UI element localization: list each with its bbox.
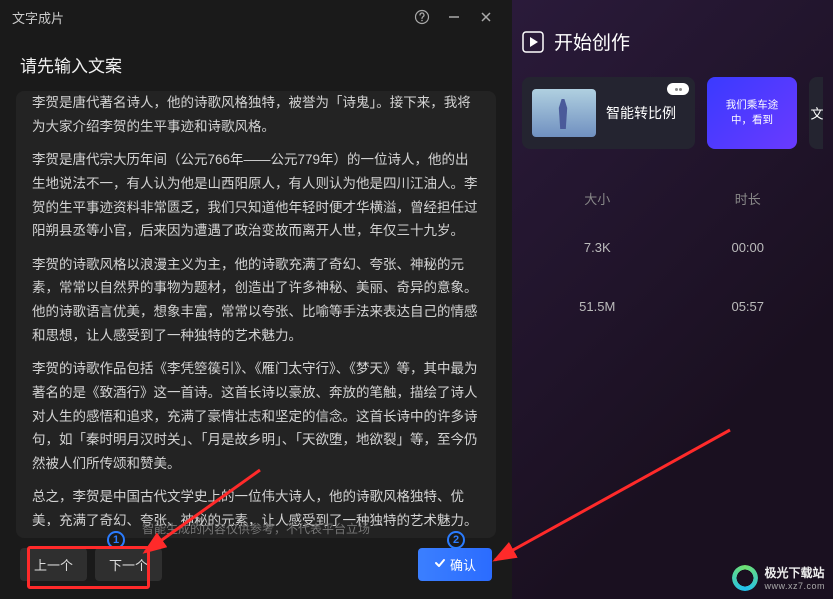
table-row[interactable]: 7.3K 00:00	[522, 218, 823, 277]
prev-button[interactable]: 上一个	[20, 548, 87, 581]
confirm-label: 确认	[450, 555, 476, 574]
card-thumbnail	[532, 89, 596, 137]
logo-url: www.xz7.com	[764, 581, 825, 591]
footer-bar: 1 2 智能生成的内容仅供参考，不代表平台立场 上一个 下一个 确认	[0, 538, 512, 599]
generated-text-content: 李贺是唐代著名诗人，他的诗歌风格独特，被誉为「诗鬼」。接下来，我将为大家介绍李贺…	[32, 91, 480, 526]
cell-time: 00:00	[673, 240, 824, 255]
cell-size: 51.5M	[522, 299, 673, 314]
right-header: 开始创作	[512, 0, 833, 77]
card-smart-ratio[interactable]: 智能转比例	[522, 77, 695, 149]
paragraph: 李贺的诗歌作品包括《李凭箜篌引》、《雁门太守行》、《梦天》等，其中最为著名的是《…	[32, 357, 480, 475]
table-row[interactable]: 51.5M 05:57	[522, 277, 823, 336]
disclaimer-text: 智能生成的内容仅供参考，不代表平台立场	[0, 520, 512, 537]
minimize-icon[interactable]	[440, 3, 468, 31]
paragraph: 李贺是唐代宗大历年间（公元766年——公元779年）的一位诗人，他的出生地说法不…	[32, 148, 480, 243]
right-header-title: 开始创作	[554, 28, 630, 55]
generated-text-area[interactable]: 李贺是唐代著名诗人，他的诗歌风格独特，被誉为「诗鬼」。接下来，我将为大家介绍李贺…	[16, 91, 496, 538]
card-subtitle: 我们乘车途中，看到	[717, 98, 787, 127]
th-duration: 时长	[673, 189, 824, 208]
title-bar: 文字成片	[0, 0, 512, 34]
play-box-icon	[522, 31, 544, 53]
creation-cards: 智能转比例 我们乘车途中，看到 文	[512, 77, 833, 149]
cell-size: 7.3K	[522, 240, 673, 255]
card-partial[interactable]: 文	[809, 77, 823, 149]
confirm-button[interactable]: 确认	[418, 548, 492, 581]
help-icon[interactable]	[408, 3, 436, 31]
next-button[interactable]: 下一个	[95, 548, 162, 581]
watermark-logo: 极光下载站 www.xz7.com	[732, 564, 825, 591]
cell-time: 05:57	[673, 299, 824, 314]
check-icon	[434, 557, 446, 572]
window-title: 文字成片	[12, 8, 64, 27]
card-text-video[interactable]: 我们乘车途中，看到	[707, 77, 797, 149]
logo-name: 极光下载站	[764, 564, 825, 581]
paragraph: 李贺是唐代著名诗人，他的诗歌风格独特，被誉为「诗鬼」。接下来，我将为大家介绍李贺…	[32, 91, 480, 138]
page-title: 请先输入文案	[0, 34, 512, 91]
file-table: 大小 时长 7.3K 00:00 51.5M 05:57	[512, 149, 833, 336]
badge-like-icon	[667, 83, 689, 95]
swirl-icon	[732, 565, 758, 591]
th-size: 大小	[522, 189, 673, 208]
table-header: 大小 时长	[522, 179, 823, 218]
paragraph: 李贺的诗歌风格以浪漫主义为主，他的诗歌充满了奇幻、夸张、神秘的元素，常常以自然界…	[32, 253, 480, 348]
close-icon[interactable]	[472, 3, 500, 31]
card-title: 智能转比例	[606, 103, 676, 123]
